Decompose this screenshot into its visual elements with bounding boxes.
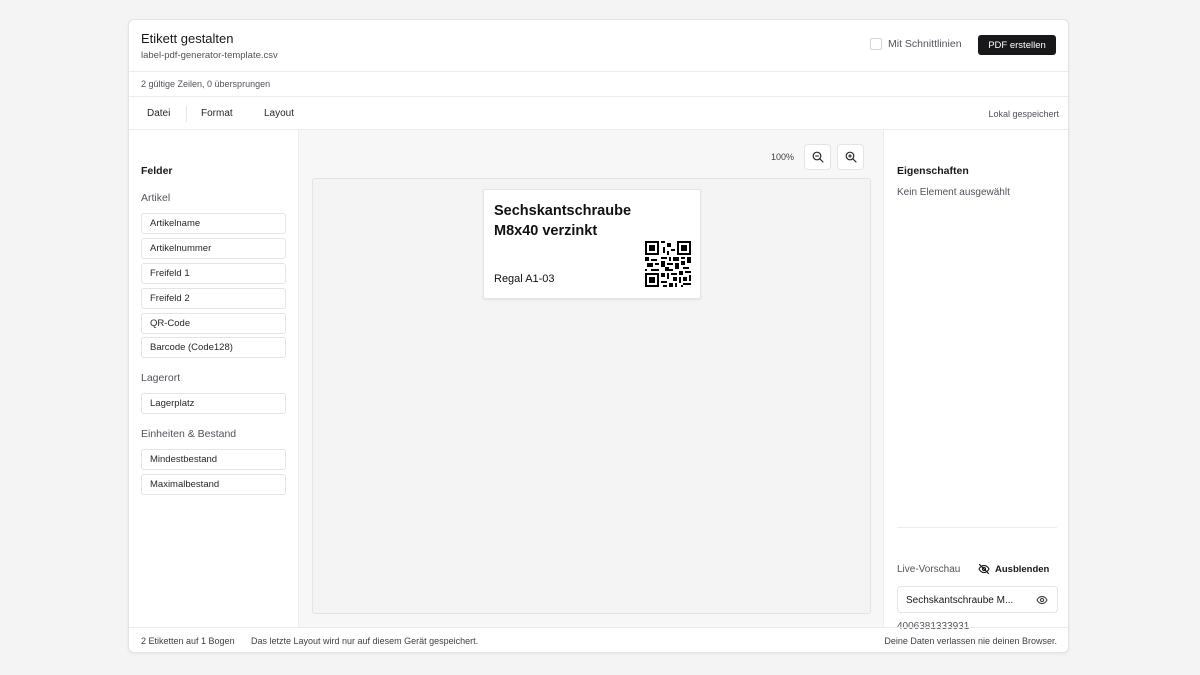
label-article-name[interactable]: Sechskantschraube M8x40 verzinkt — [494, 201, 654, 241]
save-status: Lokal gespeichert — [988, 109, 1059, 119]
field-item-maximalbestand[interactable]: Maximalbestand — [141, 474, 286, 495]
menu-item-layout[interactable]: Layout — [264, 108, 294, 119]
zoom-level: 100% — [771, 152, 795, 162]
header: Etikett gestalten label-pdf-generator-te… — [129, 20, 1068, 72]
fields-panel: Felder Artikel Artikelname Artikelnummer… — [129, 130, 299, 627]
import-status-text: 2 gültige Zeilen, 0 übersprungen — [141, 79, 271, 89]
preview-record[interactable]: Sechskantschraube M... — [897, 586, 1058, 613]
properties-panel: Eigenschaften Kein Element ausgewählt Li… — [883, 130, 1068, 632]
eye-icon[interactable] — [1036, 594, 1048, 606]
field-item-lagerplatz[interactable]: Lagerplatz — [141, 393, 286, 414]
fields-heading: Felder — [141, 165, 173, 177]
field-item-barcode[interactable]: Barcode (Code128) — [141, 337, 286, 358]
menu-item-datei[interactable]: Datei — [147, 108, 170, 119]
import-status-bar: 2 gültige Zeilen, 0 übersprungen — [129, 72, 1068, 97]
field-item-artikelnummer[interactable]: Artikelnummer — [141, 238, 286, 259]
source-filename: label-pdf-generator-template.csv — [141, 50, 278, 61]
label-canvas[interactable]: Sechskantschraube M8x40 verzinkt Regal A… — [312, 178, 871, 614]
menu-bar: Datei Format Layout Lokal gespeichert — [129, 97, 1068, 130]
field-item-mindestbestand[interactable]: Mindestbestand — [141, 449, 286, 470]
field-group-label: Einheiten & Bestand — [141, 428, 237, 440]
field-item-freifeld-2[interactable]: Freifeld 2 — [141, 288, 286, 309]
label-designer-window: Etikett gestalten label-pdf-generator-te… — [128, 19, 1069, 653]
zoom-out-button[interactable] — [804, 144, 831, 170]
field-item-qr-code[interactable]: QR-Code — [141, 313, 286, 334]
create-pdf-button[interactable]: PDF erstellen — [978, 35, 1056, 55]
no-selection-text: Kein Element ausgewählt — [897, 187, 1010, 198]
properties-heading: Eigenschaften — [897, 165, 969, 177]
label-preview[interactable]: Sechskantschraube M8x40 verzinkt Regal A… — [483, 189, 701, 299]
hide-preview-button[interactable]: Ausblenden — [978, 563, 1049, 575]
zoom-in-button[interactable] — [837, 144, 864, 170]
page-title: Etikett gestalten — [141, 31, 234, 46]
menu-separator — [186, 106, 187, 122]
layout-storage-note: Das letzte Layout wird nur auf diesem Ge… — [251, 636, 479, 646]
zoom-out-icon — [812, 151, 824, 163]
menu-item-format[interactable]: Format — [201, 108, 233, 119]
divider — [897, 527, 1057, 528]
cut-lines-label: Mit Schnittlinien — [888, 38, 962, 50]
field-item-artikelname[interactable]: Artikelname — [141, 213, 286, 234]
field-item-freifeld-1[interactable]: Freifeld 1 — [141, 263, 286, 284]
eye-off-icon — [978, 563, 990, 575]
field-group-label: Lagerort — [141, 372, 181, 384]
cut-lines-toggle[interactable]: Mit Schnittlinien — [870, 38, 962, 50]
live-preview-label: Live-Vorschau — [897, 564, 961, 575]
qr-code[interactable] — [645, 241, 691, 287]
footer-bar: 2 Etiketten auf 1 Bogen Das letzte Layou… — [129, 627, 1068, 652]
privacy-note: Deine Daten verlassen nie deinen Browser… — [884, 636, 1057, 646]
preview-record-name: Sechskantschraube M... — [906, 595, 1014, 606]
design-area: 100% Sechskantschraube M8x40 verzinkt Re… — [299, 130, 883, 627]
sheet-info: 2 Etiketten auf 1 Bogen — [141, 636, 235, 646]
field-group-label: Artikel — [141, 192, 171, 204]
label-storage-location[interactable]: Regal A1-03 — [494, 273, 555, 285]
cut-lines-checkbox[interactable] — [870, 38, 882, 50]
hide-preview-label: Ausblenden — [995, 563, 1050, 575]
zoom-in-icon — [845, 151, 857, 163]
